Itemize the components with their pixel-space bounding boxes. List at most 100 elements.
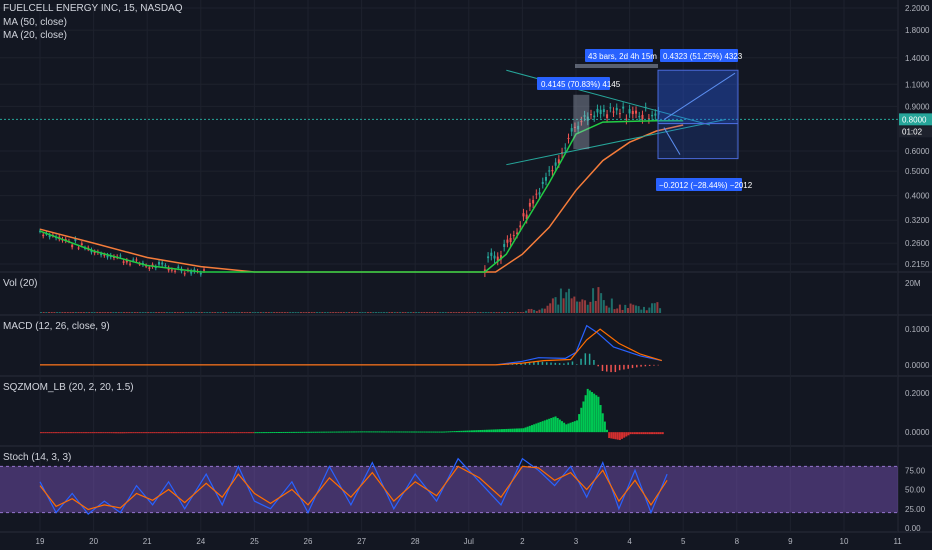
x-tick-label: 20 [89,537,98,546]
candle-body [103,254,106,256]
volume-bar [570,298,573,313]
sqzmom-bar [460,430,463,433]
macd-pane-label[interactable]: MACD (12, 26, close, 9) [3,321,110,332]
sqzmom-bar [323,431,326,433]
x-tick-label: 26 [304,537,313,546]
sqzmom-bar [89,432,92,434]
sqzmom-bar [408,431,411,433]
macd-hist-bar [554,362,557,365]
volume-bar [637,306,640,313]
vol-pane-label[interactable]: Vol (20) [3,278,37,289]
last-price-value: 0.8000 [902,115,927,124]
sqzmom-bar [196,432,199,434]
volume-bar [506,312,509,313]
sqzmom-bar [280,431,283,433]
candle-body [602,109,605,113]
candle-body [132,259,135,261]
volume-bar [546,305,549,313]
sqzmom-bar [642,432,645,435]
y-tick-label: 1.8000 [905,26,930,35]
volume-bar [211,312,214,313]
volume-bar [48,312,51,313]
candle-body [551,169,554,172]
sqzmom-bar [215,432,218,434]
sqzmom-bar [443,431,446,433]
sqzmom-bar [470,430,473,433]
candle-body [631,110,634,115]
sqzmom-bar [121,432,124,434]
sqzmom-bar [599,405,602,433]
ma50-legend[interactable]: MA (50, close) [3,17,67,28]
macd-hist-bar [648,364,651,366]
x-tick-label: 3 [574,537,579,546]
sqzmom-bar [623,432,626,438]
sqzmom-bar [235,432,238,434]
sqzmom-bar [125,432,128,434]
candle-body [512,235,515,237]
sqzmom-bar [565,424,568,433]
volume-bar [621,309,624,313]
candle-body [183,273,186,275]
volume-bar [618,304,621,313]
volume-bar [356,312,359,313]
volume-bar [123,312,126,313]
sqzmom-bar [260,432,263,434]
volume-bar [64,312,67,313]
sqzmom-bar [48,432,51,434]
volume-bar [115,312,118,313]
volume-bar [629,303,632,313]
x-tick-label: 9 [788,537,793,546]
sqzmom-bar [344,431,347,433]
volume-bar [136,312,139,313]
volume-bar [645,310,648,313]
volume-bar [573,296,576,313]
sqzmom-bar [217,432,220,434]
sqzmom-bar [310,431,313,433]
stoch-pane-label[interactable]: Stoch (14, 3, 3) [3,452,71,463]
sqzmom-bar [355,431,358,433]
sqzmom-bar [582,401,585,433]
volume-bar [576,301,578,313]
x-tick-label: 27 [357,537,366,546]
sqzmom-bar [455,430,458,433]
volume-bar [656,302,659,313]
sqzmom-bar [175,432,178,434]
sqzmom-bar [82,432,85,434]
sqzmom-bar [170,432,173,434]
sqzmom-bar [288,431,291,433]
sqzmom-bar [483,429,486,433]
sqzmom-bar [449,431,452,433]
volume-bar [152,312,155,313]
volume-bar [273,312,276,313]
volume-bar [484,312,487,313]
sqzmom-bar [616,432,619,440]
price-chart[interactable]: 2.2000 1.8000 1.4000 1.1000 0.9000 0.6000 0.50… [0,0,932,550]
volume-bar [634,305,637,313]
macd-tick: 0.0000 [905,361,930,370]
volume-bar [318,312,321,313]
sqzmom-bar [57,432,60,434]
sqzmom-bar [614,432,617,440]
volume-bar [249,312,252,313]
x-tick-label: 5 [681,537,686,546]
volume-bar [254,312,257,313]
ma20-legend[interactable]: MA (20, close) [3,30,67,41]
sqzmom-bar [475,430,478,433]
candle-body [122,261,125,263]
y-tick-label: 0.3200 [905,216,930,225]
candle-body [503,244,506,247]
sqzmom-bar [492,429,495,433]
sqzmom-bar [558,419,561,433]
stop-label: −0.2012 (−28.44%) −2012 [659,181,753,190]
volume-bar [401,312,404,313]
volume-bar [297,312,300,313]
volume-bar [640,309,643,313]
candle-body [628,109,631,114]
sqzmom-bar [648,432,651,435]
sqzmom-bar [50,432,53,434]
candle-body [509,237,512,242]
sqzmom-bar [299,431,302,433]
sqzmom-bar [93,432,96,434]
sqzmom-bar [588,390,591,433]
sqzmom-pane-label[interactable]: SQZMOM_LB (20, 2, 20, 1.5) [3,382,134,393]
